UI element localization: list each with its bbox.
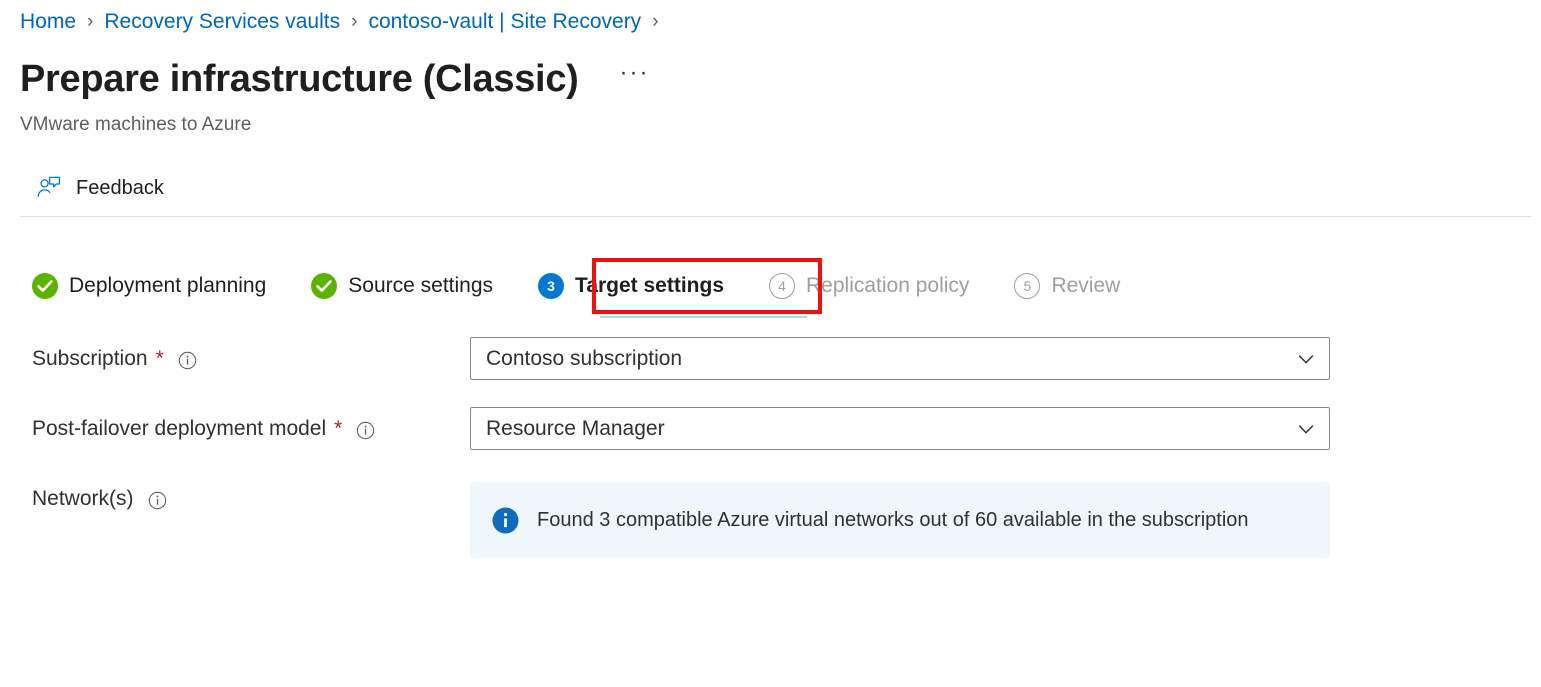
breadcrumb-item-home[interactable]: Home xyxy=(20,8,76,36)
networks-info-banner: Found 3 compatible Azure virtual network… xyxy=(470,482,1330,558)
networks-info-text: Found 3 compatible Azure virtual network… xyxy=(537,507,1249,533)
info-filled-icon xyxy=(492,507,519,534)
tab-label: Review xyxy=(1051,272,1120,300)
subscription-dropdown[interactable]: Contoso subscription xyxy=(470,337,1330,380)
required-indicator: * xyxy=(156,349,164,369)
tab-review[interactable]: 5 Review xyxy=(1014,266,1120,306)
networks-label: Network(s) xyxy=(32,485,134,513)
command-bar: Feedback xyxy=(0,163,1541,217)
chevron-down-icon xyxy=(1295,348,1317,370)
tab-source-settings[interactable]: Source settings xyxy=(311,266,493,306)
feedback-button[interactable]: Feedback xyxy=(28,167,172,209)
post-failover-deployment-model-selected-value: Resource Manager xyxy=(486,415,1295,443)
info-circle-icon[interactable] xyxy=(178,350,197,369)
tab-label: Target settings xyxy=(575,272,724,300)
step-number: 5 xyxy=(1024,279,1032,293)
tab-deployment-planning[interactable]: Deployment planning xyxy=(32,266,266,306)
title-row: Prepare infrastructure (Classic) ··· xyxy=(20,55,656,103)
breadcrumb-item-recovery-services-vaults[interactable]: Recovery Services vaults xyxy=(104,8,340,36)
more-options-button[interactable]: ··· xyxy=(614,61,656,85)
step-number-badge: 4 xyxy=(769,273,795,299)
tab-replication-policy[interactable]: 4 Replication policy xyxy=(769,266,969,306)
step-number-badge: 3 xyxy=(538,273,564,299)
subscription-selected-value: Contoso subscription xyxy=(486,345,1295,373)
tab-target-settings[interactable]: 3 Target settings xyxy=(538,266,724,306)
info-circle-icon[interactable] xyxy=(356,420,375,439)
step-number: 3 xyxy=(547,279,555,293)
step-number-badge: 5 xyxy=(1014,273,1040,299)
command-bar-divider xyxy=(20,216,1531,217)
post-failover-deployment-model-label: Post-failover deployment model xyxy=(32,415,326,443)
breadcrumb-separator: › xyxy=(652,8,658,36)
breadcrumb-separator: › xyxy=(87,8,93,36)
active-tab-underline xyxy=(600,316,807,318)
chevron-down-icon xyxy=(1295,418,1317,440)
breadcrumb-item-contoso-vault-site-recovery[interactable]: contoso-vault | Site Recovery xyxy=(368,8,641,36)
post-failover-deployment-model-dropdown[interactable]: Resource Manager xyxy=(470,407,1330,450)
page-title: Prepare infrastructure (Classic) xyxy=(20,55,579,103)
step-complete-check-icon xyxy=(311,273,337,299)
subscription-label: Subscription xyxy=(32,345,148,373)
feedback-label: Feedback xyxy=(76,175,164,201)
info-circle-icon[interactable] xyxy=(148,490,167,509)
page-subtitle: VMware machines to Azure xyxy=(20,112,251,138)
person-feedback-icon xyxy=(36,175,62,201)
post-failover-deployment-model-label-group: Post-failover deployment model * xyxy=(32,415,375,443)
step-complete-check-icon xyxy=(32,273,58,299)
breadcrumb: Home › Recovery Services vaults › contos… xyxy=(20,8,670,36)
subscription-label-group: Subscription * xyxy=(32,345,197,373)
step-number: 4 xyxy=(778,279,786,293)
breadcrumb-separator: › xyxy=(351,8,357,36)
tab-label: Deployment planning xyxy=(69,272,266,300)
tab-label: Source settings xyxy=(348,272,493,300)
networks-label-group: Network(s) xyxy=(32,485,167,513)
wizard-tab-list: Deployment planning Source settings 3 Ta… xyxy=(32,266,1120,306)
required-indicator: * xyxy=(334,419,342,439)
tab-label: Replication policy xyxy=(806,272,969,300)
